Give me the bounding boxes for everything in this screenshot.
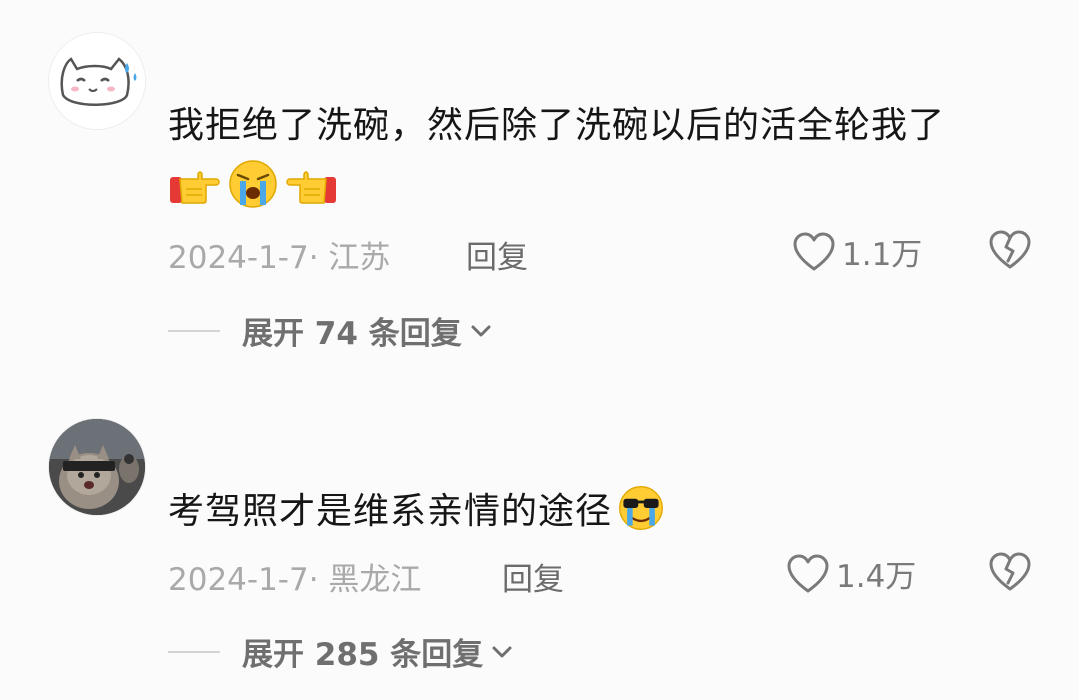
like-button[interactable]: 1.1万: [792, 229, 922, 274]
divider: [168, 329, 220, 332]
point-left-icon: [284, 157, 338, 211]
avatar[interactable]: [48, 418, 146, 516]
emoji-row: [168, 157, 338, 211]
comment-text: 考驾照才是维系亲情的途径: [168, 482, 666, 534]
expand-replies-label: 展开 285 条回复: [242, 637, 484, 673]
comment-meta: 2024-1-7· 江苏: [168, 240, 391, 276]
like-count: 1.1万: [842, 237, 923, 273]
comment-meta: 2024-1-7· 黑龙江: [168, 562, 422, 598]
comment-item: 考驾照才是维系亲情的途径 2024-1-7· 黑龙江 回复 1.4万 展开 28…: [0, 380, 1079, 700]
like-count: 1.4万: [836, 559, 917, 595]
heart-icon: [787, 554, 829, 592]
crying-face-icon: [226, 157, 280, 211]
comment-list: 我拒绝了洗碗，然后除了洗碗以后的活全轮我了 2024-1-7· 江苏 回复 1.…: [0, 0, 1079, 700]
reply-button[interactable]: 回复: [502, 554, 564, 599]
comment-text: 我拒绝了洗碗，然后除了洗碗以后的活全轮我了: [168, 105, 946, 146]
white-cat-sticker-avatar-icon: [49, 33, 145, 129]
avatar[interactable]: [48, 32, 146, 130]
broken-heart-icon: [989, 552, 1031, 591]
chevron-down-icon: [492, 646, 512, 657]
broken-heart-icon: [989, 230, 1031, 269]
like-button[interactable]: 1.4万: [786, 551, 916, 596]
expand-replies-button[interactable]: 展开 74 条回复: [168, 308, 492, 353]
sunglasses-crying-face-icon: [616, 483, 666, 533]
point-right-icon: [168, 157, 222, 211]
comment-item: 我拒绝了洗碗，然后除了洗碗以后的活全轮我了 2024-1-7· 江苏 回复 1.…: [0, 0, 1079, 380]
chevron-down-icon: [471, 325, 491, 336]
expand-replies-label: 展开 74 条回复: [242, 316, 462, 352]
expand-replies-button[interactable]: 展开 285 条回复: [168, 629, 513, 674]
cat-photo-avatar-icon: [49, 419, 145, 515]
heart-icon: [793, 232, 835, 270]
dislike-button[interactable]: [988, 229, 1032, 275]
divider: [168, 650, 220, 653]
reply-button[interactable]: 回复: [466, 232, 528, 277]
dislike-button[interactable]: [988, 551, 1032, 597]
